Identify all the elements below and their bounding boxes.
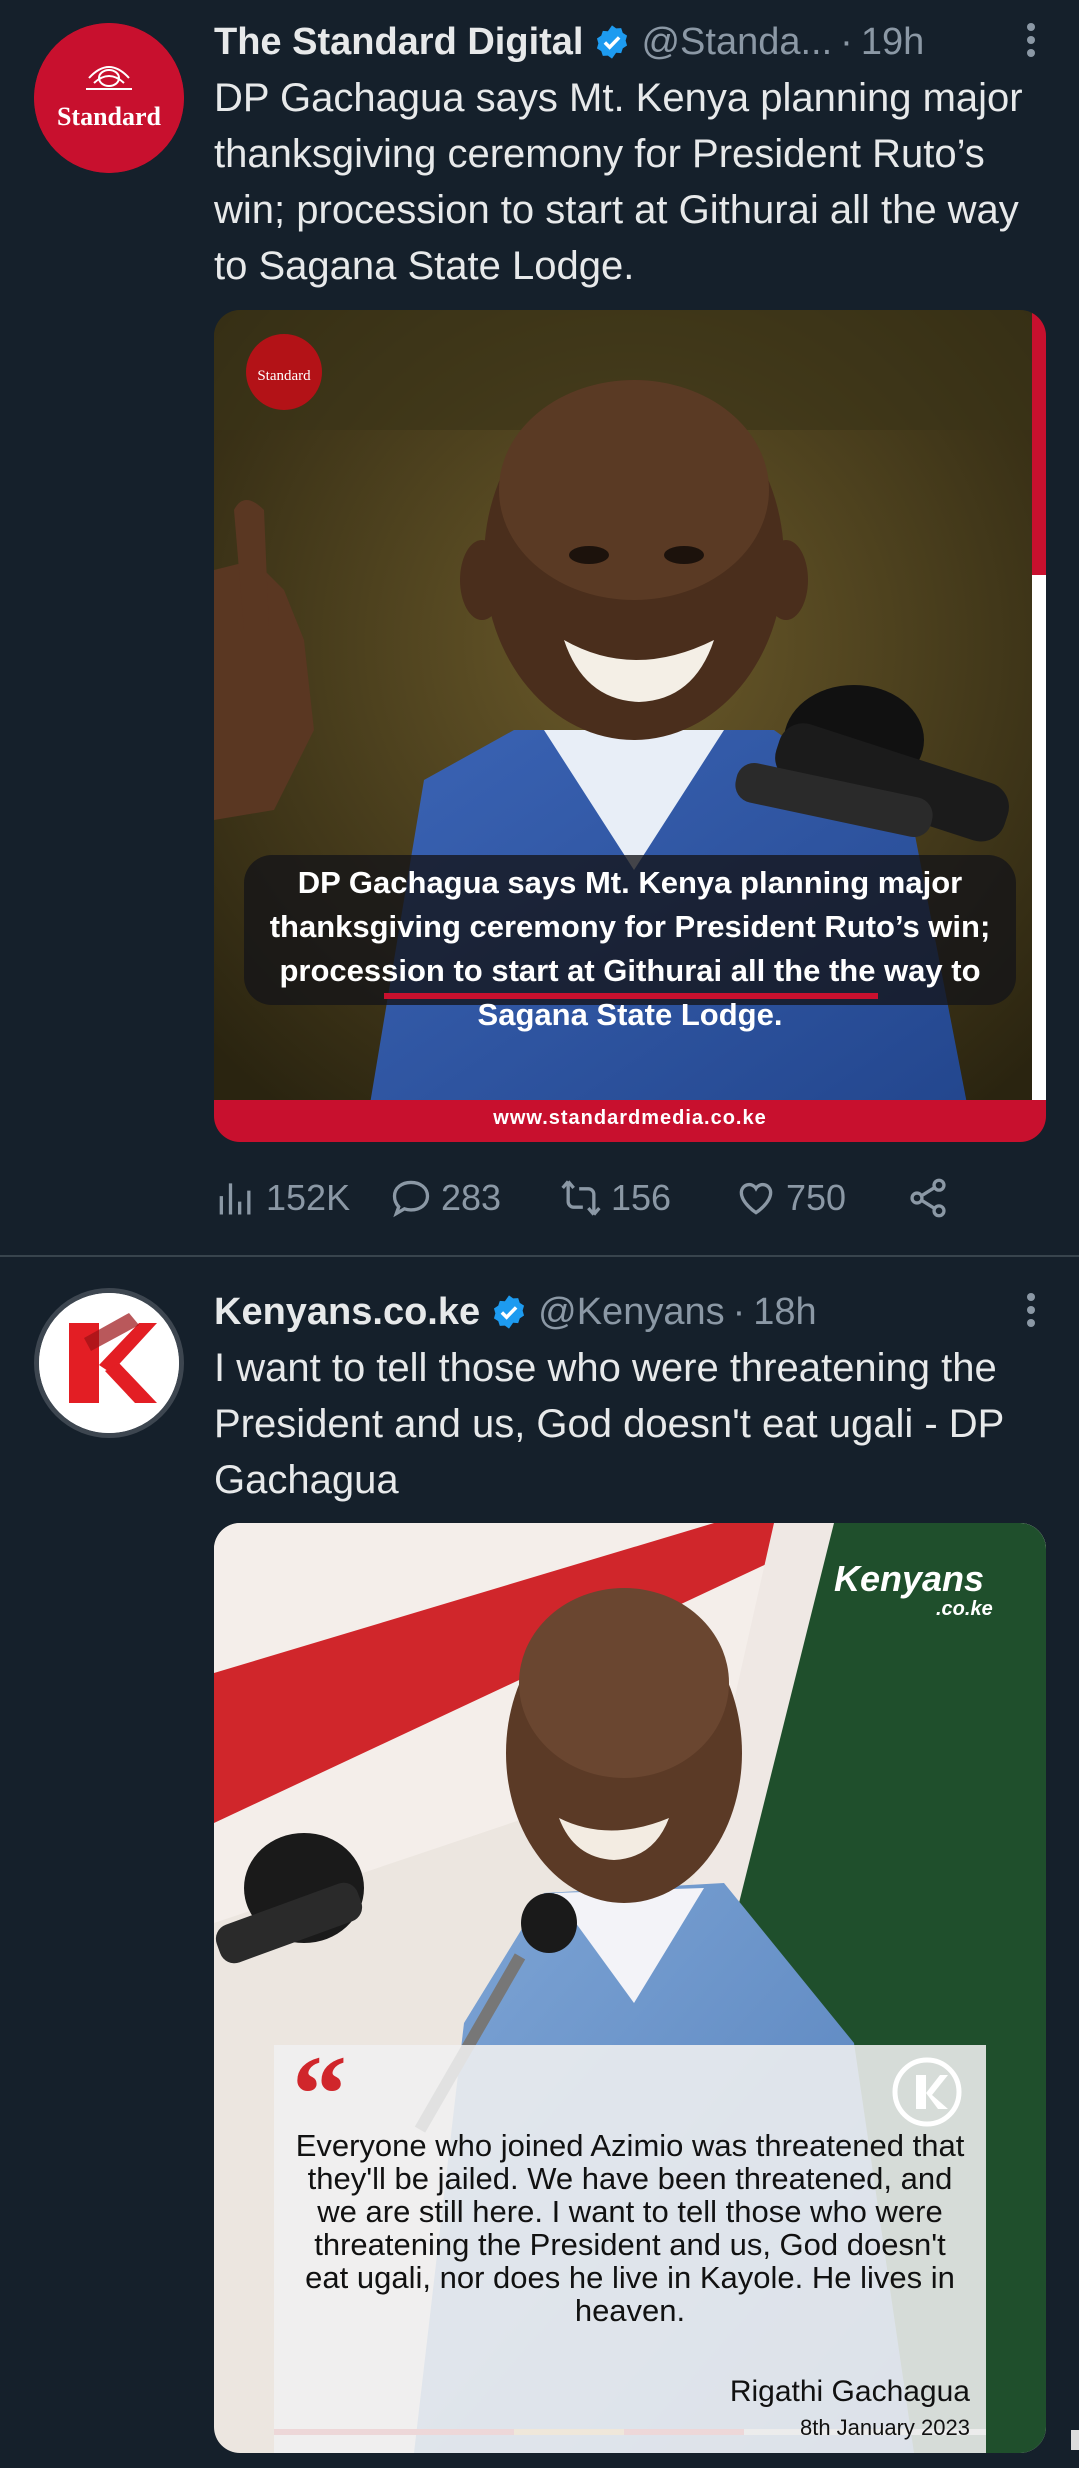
standard-crest-icon: Standard: [34, 23, 184, 173]
tweet-standard[interactable]: Standard The Standard Digital @Standa...…: [0, 0, 1079, 1255]
verified-badge-icon: [597, 25, 628, 59]
tweet-text: DP Gachagua says Mt. Kenya planning majo…: [214, 76, 1023, 288]
caption-underline: [384, 993, 878, 999]
tweet-text: I want to tell those who were threatenin…: [214, 1346, 1004, 1502]
separator-dot: ·: [732, 1290, 746, 1333]
tweet-header: The Standard Digital @Standa... · 19h: [214, 17, 1049, 67]
like-button[interactable]: 750: [734, 1176, 846, 1220]
views-count: 152K: [266, 1177, 351, 1218]
display-name[interactable]: Kenyans.co.ke: [214, 1291, 480, 1334]
retweet-icon: [561, 1180, 601, 1216]
reply-icon: [392, 1180, 430, 1218]
scrollbar-thumb[interactable]: [1071, 2430, 1079, 2450]
quote-date: 8th January 2023: [799, 2415, 970, 2440]
quote-text: Everyone who joined Azimio was threatene…: [295, 2128, 965, 2328]
quote-author: Rigathi Gachagua: [729, 2375, 970, 2408]
reply-button[interactable]: 283: [389, 1176, 501, 1220]
views-icon: [219, 1183, 251, 1215]
timestamp[interactable]: 19h: [861, 21, 924, 64]
views-button[interactable]: 152K: [214, 1176, 350, 1220]
timestamp[interactable]: 18h: [753, 1291, 816, 1334]
avatar-kenyans[interactable]: [34, 1288, 184, 1438]
svg-text:Standard: Standard: [57, 102, 162, 131]
verified-badge-icon: [494, 1295, 525, 1329]
tweet-image[interactable]: Kenyans .co.ke “ Everyone who joined Azi…: [214, 1523, 1046, 2453]
kenyans-k-logo-icon: [39, 1293, 179, 1433]
more-options-icon[interactable]: [1027, 18, 1037, 62]
display-name[interactable]: The Standard Digital: [214, 21, 583, 64]
share-button[interactable]: [906, 1176, 958, 1220]
tweet-kenyans[interactable]: Kenyans.co.ke @Kenyans · 18h I want to t…: [0, 1257, 1079, 2468]
like-icon: [739, 1183, 773, 1215]
tweet-actions: 152K 283 156 750: [214, 1168, 994, 1228]
separator-dot: ·: [840, 20, 853, 63]
image-caption: DP Gachagua says Mt. Kenya planning majo…: [269, 865, 991, 1032]
image-caption-box: DP Gachagua says Mt. Kenya planning majo…: [244, 855, 1016, 1032]
retweet-button[interactable]: 156: [559, 1176, 671, 1220]
tweet-header: Kenyans.co.ke @Kenyans · 18h: [214, 1287, 1049, 1337]
handle[interactable]: @Standa...: [641, 21, 832, 64]
like-count: 750: [786, 1177, 847, 1218]
avatar-standard[interactable]: Standard: [34, 23, 184, 173]
more-options-icon[interactable]: [1027, 1288, 1037, 1332]
handle[interactable]: @Kenyans: [538, 1291, 724, 1334]
svg-text:Kenyans: Kenyans: [834, 1558, 984, 1599]
svg-text:.co.ke: .co.ke: [936, 1598, 993, 1620]
reply-count: 283: [441, 1177, 502, 1218]
quote-box: “ Everyone who joined Azimio was threate…: [274, 2039, 986, 2453]
svg-text:Standard: Standard: [257, 368, 311, 384]
retweet-count: 156: [611, 1177, 672, 1218]
kenyans-k-badge-icon: [892, 2057, 962, 2127]
image-footer-url: www.standardmedia.co.ke: [493, 1107, 767, 1129]
share-icon: [910, 1178, 946, 1218]
tweet-image[interactable]: Standard DP Gachagua says Mt. Kenya plan…: [214, 310, 1046, 1142]
